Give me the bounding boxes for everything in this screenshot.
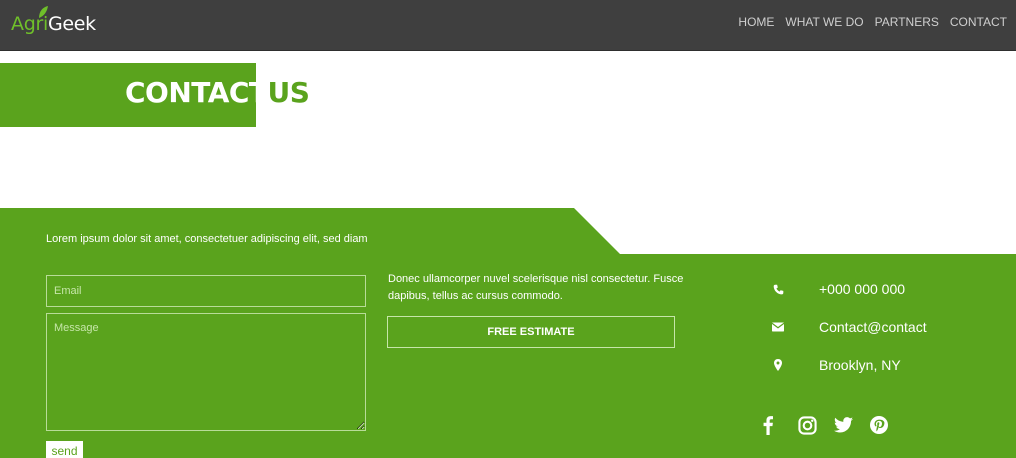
message-field[interactable] <box>46 313 366 431</box>
form-intro-text: Lorem ipsum dolor sit amet, consectetuer… <box>46 233 368 245</box>
contact-location-value: Brooklyn, NY <box>819 357 901 373</box>
contact-location: Brooklyn, NY <box>772 357 901 373</box>
agrigeek-logo[interactable]: AgriGeek <box>11 4 96 44</box>
nav-contact[interactable]: CONTACT <box>950 15 1007 29</box>
send-button[interactable]: send <box>46 441 83 458</box>
nav-partners[interactable]: PARTNERS <box>875 15 939 29</box>
logo-text-geek: Geek <box>47 13 96 35</box>
page-title-main: CONTACT <box>125 76 268 109</box>
main-nav: HOME WHAT WE DO PARTNERS CONTACT <box>727 15 1007 29</box>
twitter-icon[interactable] <box>834 414 870 436</box>
facebook-icon[interactable] <box>762 414 798 436</box>
contact-email: Contact@contact <box>772 319 927 335</box>
leaf-icon <box>39 6 48 18</box>
estimate-description: Donec ullamcorper nuvel scelerisque nisl… <box>388 273 684 302</box>
envelope-icon <box>772 320 784 334</box>
top-navbar: AgriGeek HOME WHAT WE DO PARTNERS CONTAC… <box>0 0 1016 51</box>
nav-home[interactable]: HOME <box>738 15 774 29</box>
phone-icon <box>772 282 784 296</box>
nav-what-we-do[interactable]: WHAT WE DO <box>785 15 863 29</box>
contact-email-value: Contact@contact <box>819 319 927 335</box>
map-marker-icon <box>772 358 784 372</box>
social-links <box>762 414 906 436</box>
page-title-overflow: US <box>267 76 310 109</box>
email-field[interactable] <box>46 275 366 307</box>
page-title: CONTACTUS <box>125 76 310 109</box>
instagram-icon[interactable] <box>798 414 834 436</box>
pinterest-icon[interactable] <box>870 414 906 436</box>
free-estimate-button[interactable]: FREE ESTIMATE <box>387 316 675 348</box>
contact-phone: +000 000 000 <box>772 281 905 297</box>
contact-phone-value: +000 000 000 <box>819 281 906 297</box>
